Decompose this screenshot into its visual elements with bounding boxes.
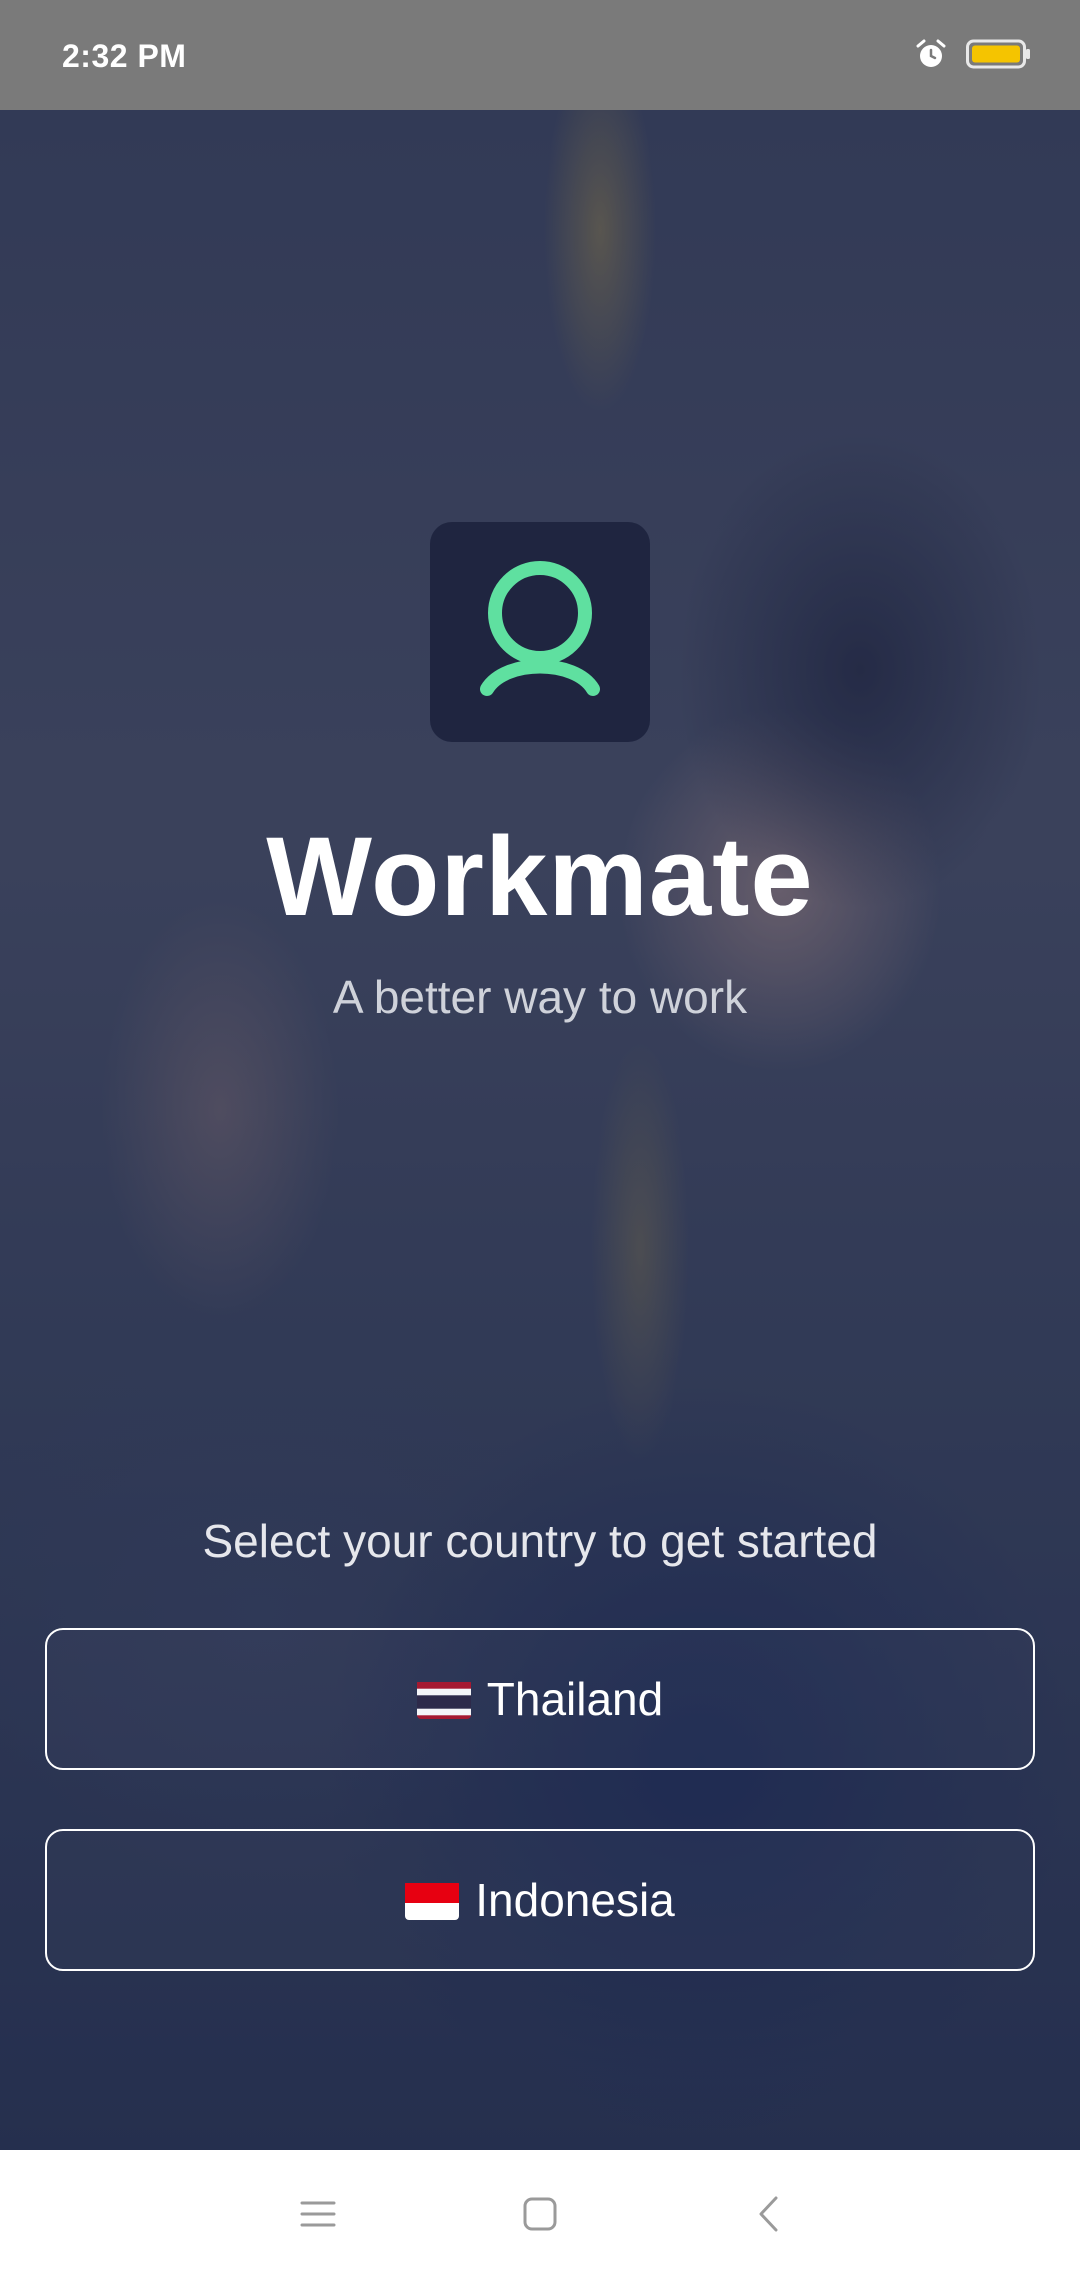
home-button[interactable] (510, 2186, 570, 2246)
status-bar: 2:32 PM (0, 0, 1080, 110)
battery-icon (966, 38, 1032, 75)
user-icon (475, 555, 605, 710)
country-prompt: Select your country to get started (202, 1515, 878, 1567)
back-icon (756, 2195, 780, 2238)
status-time: 2:32 PM (62, 38, 187, 74)
alarm-icon (914, 37, 948, 76)
country-button-thailand[interactable]: Thailand (45, 1628, 1035, 1770)
indonesia-flag-icon (405, 1880, 460, 1920)
app-subtitle: A better way to work (332, 971, 748, 1023)
home-icon (522, 2196, 558, 2237)
back-button[interactable] (738, 2186, 798, 2246)
thailand-flag-icon (416, 1679, 471, 1719)
country-label: Indonesia (475, 1874, 675, 1926)
app-title: Workmate (266, 814, 814, 939)
country-button-indonesia[interactable]: Indonesia (45, 1829, 1035, 1971)
system-nav-bar (0, 2150, 1080, 2280)
menu-button[interactable] (288, 2186, 348, 2246)
country-label: Thailand (486, 1673, 664, 1725)
menu-icon (300, 2199, 336, 2234)
app-logo (430, 522, 650, 742)
status-icons (914, 38, 1032, 74)
